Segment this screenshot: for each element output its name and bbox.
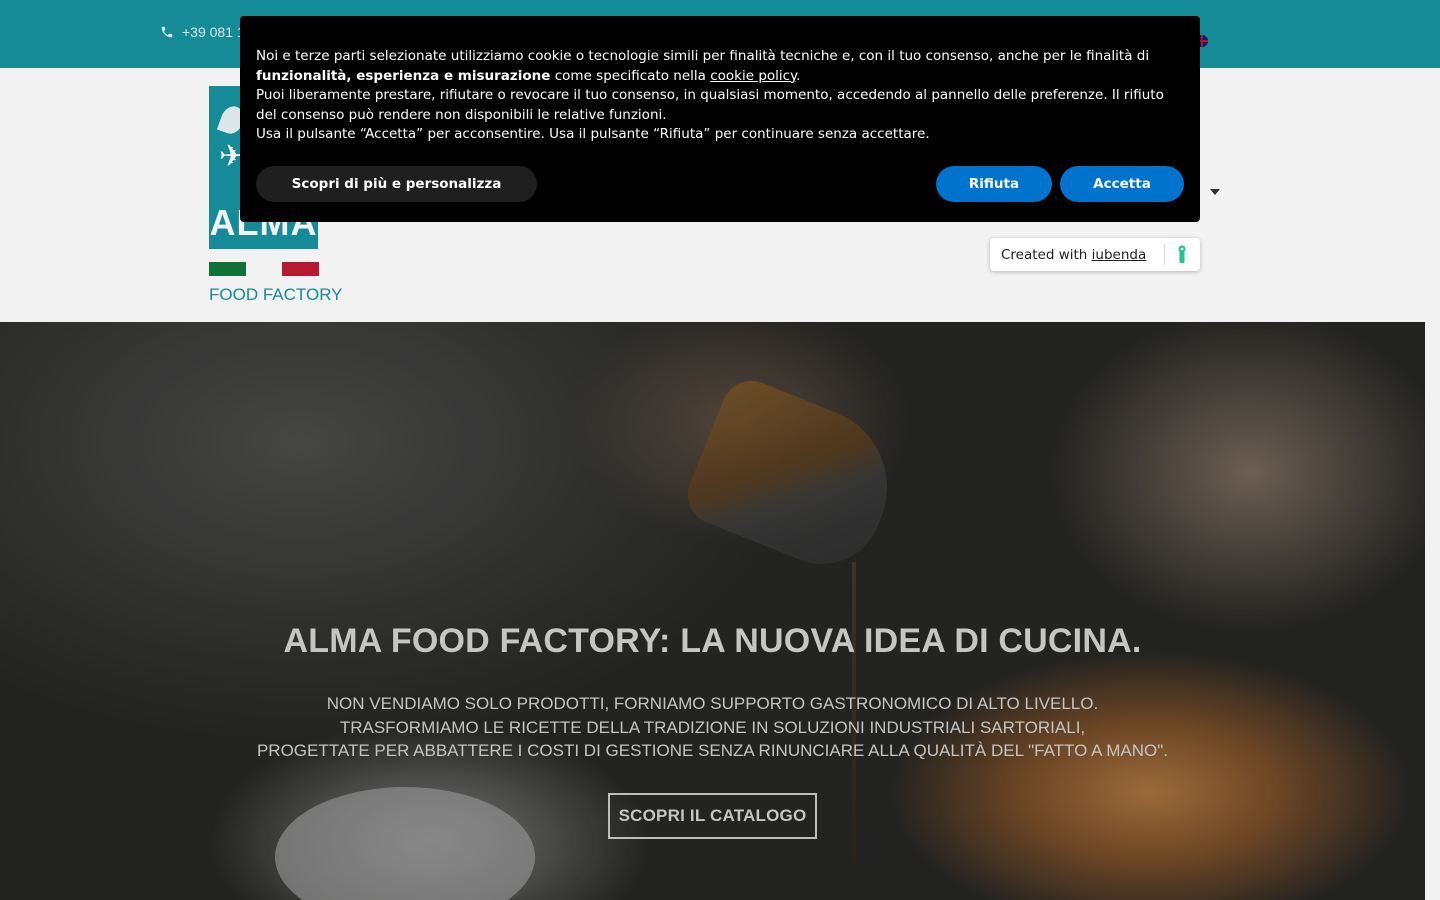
reject-button[interactable]: Rifiuta (936, 166, 1052, 202)
hero-section: ALMA FOOD FACTORY: LA NUOVA IDEA DI CUCI… (0, 322, 1425, 900)
chevron-down-icon[interactable] (1210, 189, 1220, 195)
badge-divider (1164, 244, 1165, 265)
phone-contact[interactable]: +39 081 1 (160, 24, 245, 40)
italian-flag-red (282, 262, 319, 276)
phone-number: +39 081 1 (182, 24, 245, 40)
hero-title: ALMA FOOD FACTORY: LA NUOVA IDEA DI CUCI… (283, 622, 1142, 660)
hero-subtitle-line: PROGETTATE PER ABBATTERE I COSTI DI GEST… (256, 741, 1169, 760)
cookie-paragraph-3: Usa il pulsante “Accetta” per acconsenti… (256, 126, 930, 142)
cookie-paragraph-2: Puoi liberamente prestare, rifiutare o r… (256, 87, 1164, 123)
catalog-button[interactable]: SCOPRI IL CATALOGO (608, 793, 817, 839)
cookie-text: Noi e terze parti selezionate utilizziam… (256, 47, 1186, 145)
logo-tagline: FOOD FACTORY (209, 285, 343, 304)
iubenda-badge[interactable]: Created with iubenda (990, 238, 1200, 271)
italian-flag-green (209, 262, 246, 276)
iubenda-label: Created with iubenda (1001, 246, 1147, 263)
hero-subtitle-line: NON VENDIAMO SOLO PRODOTTI, FORNIAMO SUP… (326, 694, 1099, 713)
customize-button[interactable]: Scopri di più e personalizza (256, 166, 537, 202)
iubenda-key-icon (1178, 245, 1186, 263)
cookie-banner: Noi e terze parti selezionate utilizziam… (240, 16, 1200, 222)
accept-button[interactable]: Accetta (1060, 166, 1184, 202)
phone-icon (161, 26, 173, 38)
cookie-paragraph-1: Noi e terze parti selezionate utilizziam… (256, 48, 1150, 84)
cookie-purposes: funzionalità, esperienza e misurazione (256, 67, 551, 84)
cookie-policy-link[interactable]: cookie policy (710, 68, 796, 84)
hero-subtitle: NON VENDIAMO SOLO PRODOTTI, FORNIAMO SUP… (0, 692, 1425, 763)
iubenda-link[interactable]: iubenda (1092, 247, 1147, 263)
hero-subtitle-line: TRASFORMIAMO LE RICETTE DELLA TRADIZIONE… (339, 717, 1086, 737)
